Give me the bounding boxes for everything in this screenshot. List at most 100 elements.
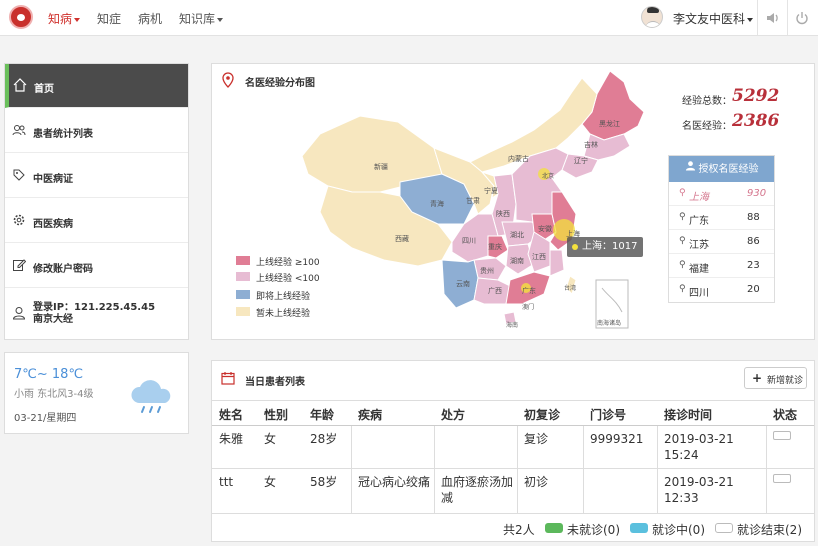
ranking-row-jiangsu[interactable]: ⚲ 江苏 86 bbox=[669, 230, 774, 254]
col-header-sex[interactable]: 性别 bbox=[264, 406, 288, 423]
avatar[interactable] bbox=[641, 6, 663, 28]
sidebar-item-home[interactable]: 首页 bbox=[5, 64, 188, 108]
map-label-shaanxi: 陕西 bbox=[496, 210, 510, 218]
status-waiting-count[interactable]: 未就诊(0) bbox=[567, 521, 620, 538]
map-label-xinjiang: 新疆 bbox=[374, 163, 388, 171]
total-experience-value: 5292 bbox=[732, 86, 780, 106]
power-icon[interactable] bbox=[790, 6, 814, 30]
user-icon bbox=[12, 306, 26, 320]
map-label-nanhai: 南海诸岛 bbox=[597, 320, 622, 327]
status-indicator[interactable] bbox=[773, 431, 791, 440]
doctor-distribution-map-panel: 名医经验分布图 黑龙江 内蒙古 吉林 新疆 辽宁 北京 宁夏 青海 甘肃 陕西 … bbox=[211, 63, 815, 340]
sidebar-item-patient-stats[interactable]: 患者统计列表 bbox=[5, 109, 188, 153]
map-label-taiwan: 台湾 bbox=[564, 285, 577, 292]
nav-bingji[interactable]: 病机 bbox=[138, 10, 162, 27]
nav-knowledge[interactable]: 知识库 bbox=[179, 10, 224, 27]
map-label-chongqing: 重庆 bbox=[488, 243, 502, 251]
table-row[interactable]: ttt 女 58岁 冠心病心绞痛 血府逐瘀汤加减 初诊 2019-03-21 1… bbox=[212, 469, 814, 514]
user-icon bbox=[685, 156, 696, 182]
map-label-qinghai: 青海 bbox=[430, 200, 444, 208]
col-header-age[interactable]: 年龄 bbox=[310, 406, 334, 423]
patients-panel-title: 当日患者列表 bbox=[245, 377, 305, 388]
col-header-disease[interactable]: 疾病 bbox=[358, 406, 382, 423]
col-header-clinic-no[interactable]: 门诊号 bbox=[590, 406, 626, 423]
status-in-progress-count[interactable]: 就诊中(0) bbox=[652, 521, 705, 538]
ranking-header: 授权名医经验 bbox=[669, 156, 774, 182]
users-icon bbox=[12, 123, 26, 137]
total-experience-label: 经验总数： bbox=[682, 96, 732, 107]
map-tooltip: 上海：1017 bbox=[567, 237, 644, 257]
gear-icon bbox=[12, 213, 26, 227]
map-label-ningxia: 宁夏 bbox=[484, 187, 498, 195]
map-label-heilongjiang: 黑龙江 bbox=[599, 120, 620, 128]
add-visit-button[interactable]: + 新增就诊 bbox=[744, 367, 807, 389]
map-marker-icon: ⚲ bbox=[679, 236, 686, 246]
map-label-hunan: 湖南 bbox=[510, 257, 524, 265]
home-icon bbox=[13, 78, 27, 92]
doctor-experience-label: 名医经验： bbox=[682, 121, 732, 132]
weather-desc: 小雨 东北风3-4级 bbox=[14, 389, 94, 400]
status-swatch-waiting bbox=[545, 523, 563, 533]
map-marker-icon: ⚲ bbox=[679, 260, 686, 270]
weather-card: 7℃~ 18℃ 小雨 东北风3-4级 03-21/星期四 bbox=[4, 352, 189, 434]
weather-temp: 7℃~ 18℃ bbox=[14, 367, 84, 382]
status-indicator[interactable] bbox=[773, 474, 791, 483]
sidebar: 首页 患者统计列表 中医病证 西医疾病 修改账户密码 登录IP：121.225.… bbox=[4, 63, 189, 340]
map-label-yunnan: 云南 bbox=[456, 280, 470, 288]
patient-total: 共2人 bbox=[503, 523, 535, 537]
map-marker-icon: ⚲ bbox=[679, 284, 686, 294]
sidebar-item-tcm-syndrome[interactable]: 中医病证 bbox=[5, 154, 188, 198]
top-navbar: 知病 知症 病机 知识库 李文友 中医科 bbox=[0, 0, 818, 36]
app-logo[interactable] bbox=[9, 5, 33, 29]
authorized-experience-ranking: 授权名医经验 ⚲ 上海 930 ⚲ 广东 88 ⚲ 江苏 86 ⚲ 福建 23 … bbox=[668, 155, 775, 303]
map-label-hubei: 湖北 bbox=[510, 231, 524, 239]
department-dropdown[interactable]: 中医科 bbox=[709, 10, 754, 27]
today-patients-panel: 当日患者列表 + 新增就诊 姓名 性别 年龄 疾病 处方 初复诊 门诊号 接诊时… bbox=[211, 360, 815, 542]
chevron-down-icon bbox=[74, 17, 81, 22]
volume-icon[interactable] bbox=[761, 6, 785, 30]
col-header-name[interactable]: 姓名 bbox=[219, 406, 243, 423]
tag-icon bbox=[12, 168, 26, 182]
ranking-row-shanghai[interactable]: ⚲ 上海 930 bbox=[669, 182, 774, 206]
map-label-gansu: 甘肃 bbox=[466, 197, 480, 205]
ranking-row-sichuan[interactable]: ⚲ 四川 20 bbox=[669, 278, 774, 302]
status-finished-count[interactable]: 就诊结束(2) bbox=[737, 521, 802, 538]
map-label-neimenggu: 内蒙古 bbox=[508, 155, 529, 163]
map-label-aomen: 澳门 bbox=[522, 304, 535, 311]
col-header-time[interactable]: 接诊时间 bbox=[664, 406, 712, 423]
user-name[interactable]: 李文友 bbox=[673, 10, 709, 27]
map-label-guangxi: 广西 bbox=[488, 287, 502, 295]
sidebar-item-western-disease[interactable]: 西医疾病 bbox=[5, 199, 188, 243]
map-label-jiangxi: 江西 bbox=[532, 253, 546, 261]
table-header: 姓名 性别 年龄 疾病 处方 初复诊 门诊号 接诊时间 状态 bbox=[212, 400, 814, 426]
doctor-experience-value: 2386 bbox=[732, 111, 780, 131]
map-label-anhui: 安徽 bbox=[538, 225, 552, 233]
map-label-beijing: 北京 bbox=[542, 173, 555, 180]
map-label-guangdong: 广东 bbox=[522, 287, 536, 295]
ranking-row-guangdong[interactable]: ⚲ 广东 88 bbox=[669, 206, 774, 230]
chevron-down-icon bbox=[747, 17, 754, 22]
map-marker-icon: ⚲ bbox=[679, 188, 686, 198]
col-header-prescription[interactable]: 处方 bbox=[441, 406, 465, 423]
status-swatch-in-progress bbox=[630, 523, 648, 533]
col-header-status[interactable]: 状态 bbox=[773, 406, 797, 423]
map-marker-icon: ⚲ bbox=[679, 212, 686, 222]
ranking-row-fujian[interactable]: ⚲ 福建 23 bbox=[669, 254, 774, 278]
nav-zhizheng[interactable]: 知症 bbox=[97, 10, 121, 27]
map-label-guizhou: 贵州 bbox=[480, 267, 494, 275]
chevron-down-icon bbox=[217, 17, 224, 22]
col-header-visit-type[interactable]: 初复诊 bbox=[524, 406, 560, 423]
region-fujian bbox=[549, 249, 565, 277]
plus-icon: + bbox=[752, 371, 763, 385]
table-row[interactable]: 朱雅 女 28岁 复诊 9999321 2019-03-21 15:24 bbox=[212, 426, 814, 469]
map-label-sichuan: 四川 bbox=[462, 237, 476, 245]
map-label-hainan: 海南 bbox=[506, 322, 519, 329]
sidebar-item-change-password[interactable]: 修改账户密码 bbox=[5, 244, 188, 288]
login-ip-info: 登录IP：121.225.45.45 南京大经 bbox=[33, 302, 156, 325]
weather-date: 03-21/星期四 bbox=[14, 413, 77, 424]
edit-icon bbox=[12, 258, 27, 272]
map-label-liaoning: 辽宁 bbox=[574, 157, 588, 165]
calendar-icon bbox=[221, 371, 235, 388]
status-swatch-finished bbox=[715, 523, 733, 533]
nav-zhibing[interactable]: 知病 bbox=[48, 10, 81, 27]
